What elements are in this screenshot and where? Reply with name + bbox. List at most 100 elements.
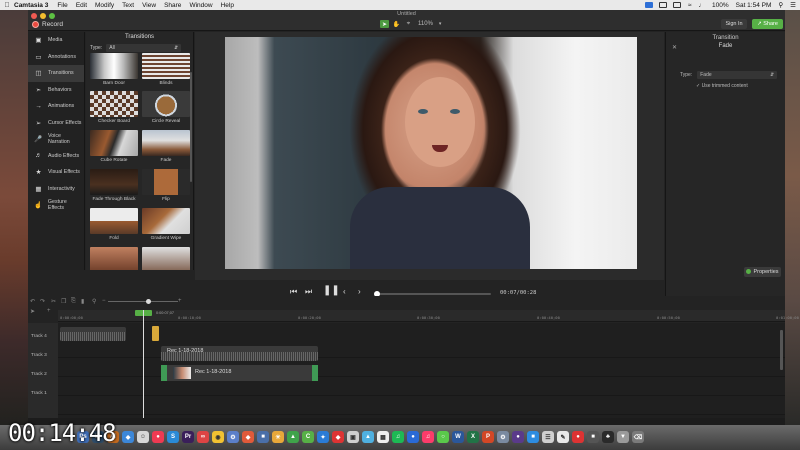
undo-icon[interactable]: ↶ <box>30 298 35 305</box>
transition-gradient-wipe[interactable]: Gradient Wipe <box>142 208 190 241</box>
magnifier-icon[interactable]: ⚲ <box>92 298 96 305</box>
menu-app-name[interactable]: Camtasia 3 <box>14 2 48 9</box>
sidebar-item-cursor-effects[interactable]: ➢ Cursor Effects <box>28 115 84 132</box>
dock-safari-icon[interactable]: ✦ <box>317 431 329 443</box>
transition-barn-door[interactable]: Barn Door <box>90 53 138 86</box>
dock-app-icon[interactable]: ▲ <box>362 431 374 443</box>
dock-chrome-icon[interactable]: ◉ <box>212 431 224 443</box>
zoom-select[interactable]: 110% ▾ <box>418 21 441 27</box>
screen-record-status-icon[interactable] <box>644 2 653 8</box>
menu-help[interactable]: Help <box>221 2 234 9</box>
dock-app-icon[interactable]: ● <box>407 431 419 443</box>
copy-icon[interactable]: ❐ <box>61 298 66 305</box>
track4-audio-clip[interactable] <box>60 327 126 341</box>
dock-powerpoint-icon[interactable]: P <box>482 431 494 443</box>
transitions-type-select[interactable]: All ⇵ <box>106 43 182 52</box>
battery-percent[interactable]: 100% <box>712 2 729 9</box>
apple-icon[interactable]:  <box>0 2 14 9</box>
menu-clock[interactable]: Sat 1:54 PM <box>736 2 772 9</box>
playback-scrubber[interactable] <box>374 291 491 297</box>
sidebar-item-annotations[interactable]: ▭ Annotations <box>28 49 84 66</box>
dock-skype-icon[interactable]: S <box>167 431 179 443</box>
dock-app-icon[interactable]: ◆ <box>332 431 344 443</box>
track-label-4[interactable]: Track 4 <box>31 334 47 339</box>
track-label-2[interactable]: Track 2 <box>31 372 47 377</box>
dock-app-icon[interactable]: ∞ <box>197 431 209 443</box>
transition-flip[interactable]: Flip <box>142 169 190 202</box>
sidebar-item-animations[interactable]: → Animations <box>28 98 84 115</box>
arrow-tool-icon[interactable]: ➤ <box>380 20 389 28</box>
dock-app-icon[interactable]: ● <box>572 431 584 443</box>
dock-textedit-icon[interactable]: ✎ <box>557 431 569 443</box>
transitions-scrollbar[interactable] <box>190 72 192 182</box>
track-label-3[interactable]: Track 3 <box>31 353 47 358</box>
sidebar-item-gesture-effects[interactable]: ☝ Gesture Effects <box>28 197 84 214</box>
dock-zoom-icon[interactable]: ■ <box>527 431 539 443</box>
pan-hand-tool-icon[interactable]: ✋ <box>392 20 401 28</box>
notification-icon[interactable]: ☰ <box>790 1 796 9</box>
add-track-icon[interactable]: + <box>47 308 51 314</box>
dock-app-icon[interactable]: ▲ <box>287 431 299 443</box>
dock-app-icon[interactable]: ■ <box>257 431 269 443</box>
split-icon[interactable]: ▮ <box>81 298 84 305</box>
dock-app-icon[interactable]: ☰ <box>542 431 554 443</box>
previous-marker-icon[interactable]: ‹ <box>343 287 346 296</box>
transition-blinds[interactable]: Blinds <box>142 53 190 86</box>
pause-icon[interactable]: ❚❚ <box>323 285 340 296</box>
timeline-zoom-knob[interactable] <box>146 299 151 304</box>
dock-preview-icon[interactable]: ▣ <box>347 431 359 443</box>
display-status-icon[interactable] <box>672 2 681 8</box>
dock-app-icon[interactable]: ♣ <box>602 431 614 443</box>
dock-app-icon[interactable]: ⚙ <box>227 431 239 443</box>
dock-messages-icon[interactable]: ○ <box>437 431 449 443</box>
sign-in-button[interactable]: Sign In <box>721 19 747 29</box>
dock-app-icon[interactable]: ⚙ <box>497 431 509 443</box>
menu-modify[interactable]: Modify <box>95 2 114 9</box>
properties-type-select[interactable]: Fade ⇵ <box>697 71 778 79</box>
dock-excel-icon[interactable]: X <box>467 431 479 443</box>
dock-music-icon[interactable]: ♫ <box>422 431 434 443</box>
dock-app-icon[interactable]: ■ <box>587 431 599 443</box>
dock-app-icon[interactable]: ● <box>512 431 524 443</box>
transition-fade-through-black[interactable]: Fade Through Black <box>90 169 138 202</box>
sidebar-item-audio-effects[interactable]: ♬ Audio Effects <box>28 148 84 165</box>
close-icon[interactable]: ✕ <box>672 44 677 51</box>
clip-left-handle[interactable] <box>161 365 167 381</box>
next-marker-icon[interactable]: › <box>358 287 361 296</box>
cut-icon[interactable]: ✂ <box>51 298 56 305</box>
track2-video-clip[interactable]: Rec 1-18-2018 <box>161 365 318 381</box>
track-lane-1[interactable] <box>58 397 785 415</box>
share-button[interactable]: ↗ Share <box>752 19 783 29</box>
dock-finder-icon[interactable]: ☺ <box>137 431 149 443</box>
zoom-in-icon[interactable]: + <box>178 298 182 304</box>
dock-premiere-icon[interactable]: Pr <box>182 431 194 443</box>
dock-dropbox-icon[interactable]: ◆ <box>122 431 134 443</box>
sidebar-item-behaviors[interactable]: ➣ Behaviors <box>28 82 84 99</box>
track-label-1[interactable]: Track 1 <box>31 391 47 396</box>
sidebar-item-visual-effects[interactable]: ★ Visual Effects <box>28 164 84 181</box>
spotlight-icon[interactable]: ⚲ <box>778 1 783 9</box>
menu-view[interactable]: View <box>142 2 156 9</box>
menu-window[interactable]: Window <box>189 2 212 9</box>
fade-transition-marker[interactable] <box>152 326 159 341</box>
dock-app-icon[interactable]: ● <box>152 431 164 443</box>
menu-text[interactable]: Text <box>122 2 134 9</box>
menu-file[interactable]: File <box>57 2 67 9</box>
menu-share[interactable]: Share <box>164 2 181 9</box>
pointer-icon[interactable]: ➤ <box>30 308 35 315</box>
dock-spotify-icon[interactable]: ♫ <box>392 431 404 443</box>
timeline-scrollbar[interactable] <box>780 330 783 370</box>
transition-next-row-2[interactable] <box>142 247 190 270</box>
record-button[interactable]: Record <box>32 21 63 28</box>
dock-trash-icon[interactable]: ⌫ <box>632 431 644 443</box>
redo-icon[interactable]: ↷ <box>40 298 45 305</box>
dock-downloads-icon[interactable]: ▼ <box>617 431 629 443</box>
dock-camtasia-icon[interactable]: C <box>302 431 314 443</box>
dock-word-icon[interactable]: W <box>452 431 464 443</box>
clip-right-handle[interactable] <box>312 365 318 381</box>
properties-button[interactable]: Properties <box>744 267 781 277</box>
track3-audio-clip[interactable]: Rec 1-18-2018 <box>161 346 318 361</box>
dropbox-status-icon[interactable] <box>658 2 667 8</box>
sidebar-item-media[interactable]: ▣ Media <box>28 32 84 49</box>
transition-cube-rotate[interactable]: Cube Rotate <box>90 130 138 163</box>
